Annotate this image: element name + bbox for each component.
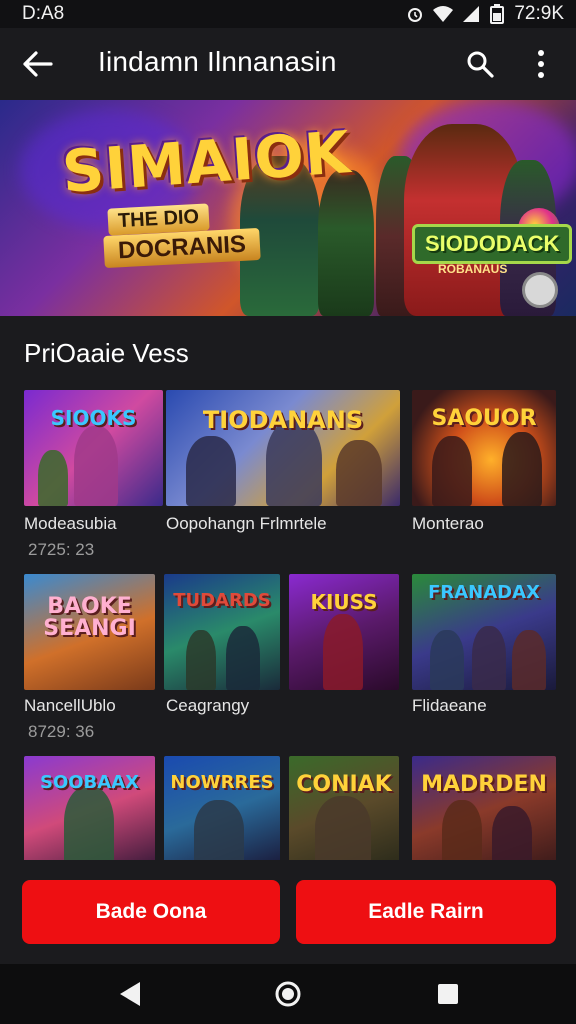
game-tile[interactable]: TIODANANS: [166, 390, 400, 506]
game-label: Modeasubia: [24, 514, 117, 533]
game-art-title: SIOOKS: [50, 406, 137, 430]
game-art-title: KIUSS: [310, 590, 378, 614]
game-tile[interactable]: BAOKE SEANGI: [24, 574, 155, 690]
game-character: [430, 630, 464, 690]
search-icon[interactable]: [466, 50, 494, 78]
app-bar: Iindamn Ilnnanasin: [0, 28, 576, 100]
game-tile[interactable]: SAOUOR: [412, 390, 556, 506]
banner-badge-sub: ROBANAUS: [438, 262, 508, 276]
alarm-icon: [408, 8, 423, 22]
game-art-title: BAOKE SEANGI: [43, 594, 136, 641]
game-character: [64, 786, 114, 866]
more-vert-icon[interactable]: [530, 48, 552, 80]
game-tile[interactable]: SIOOKS: [24, 390, 163, 506]
banner-hero: [318, 170, 374, 316]
game-character: [226, 626, 260, 690]
game-label: Ceagrangy: [166, 696, 250, 715]
game-art-title: SOOBAAX: [39, 772, 140, 793]
game-sublabel: 2725: 23: [28, 540, 95, 559]
game-tile[interactable]: NOWRRES: [164, 756, 280, 866]
game-character: [512, 630, 546, 690]
right-action-button[interactable]: Eadle Rairn: [296, 880, 556, 944]
back-triangle-icon[interactable]: [118, 980, 144, 1008]
game-character: [194, 800, 244, 866]
game-sublabel: 8729: 36: [28, 722, 95, 741]
game-character: [315, 796, 371, 866]
banner-gear-icon[interactable]: [522, 272, 558, 308]
game-label: Flidaeane: [412, 696, 487, 715]
recents-square-icon[interactable]: [436, 982, 460, 1006]
system-nav-bar: [0, 964, 576, 1024]
game-character: [323, 614, 363, 690]
game-label: Oopohangn Frlmrtele: [166, 514, 327, 533]
signal-icon: [463, 6, 480, 22]
game-art-title: TIODANANS: [202, 406, 364, 434]
back-arrow-icon[interactable]: [22, 50, 54, 78]
game-label: NancellUblo: [24, 696, 116, 715]
game-tile[interactable]: SOOBAAX: [24, 756, 155, 866]
game-tile[interactable]: FRANADAX: [412, 574, 556, 690]
home-circle-icon[interactable]: [274, 980, 302, 1008]
battery-icon: [490, 4, 505, 24]
game-character: [186, 436, 236, 506]
game-character: [502, 432, 542, 506]
game-art-title: SAOUOR: [431, 406, 537, 431]
game-tile[interactable]: TUDARDS: [164, 574, 280, 690]
status-bar: D:A8 72:9K: [0, 0, 576, 28]
featured-banner[interactable]: SIMAIOK THE DIO DOCRANIS SIODODACK ROBAN…: [0, 100, 576, 316]
game-character: [186, 630, 216, 690]
game-label: Monterao: [412, 514, 484, 533]
game-art-title: FRANADAX: [428, 582, 540, 603]
status-clock: 72:9K: [514, 3, 564, 24]
status-time: D:A8: [22, 3, 65, 24]
game-character: [336, 440, 382, 506]
game-art-title: NOWRRES: [170, 772, 274, 793]
page-title: Iindamn Ilnnanasin: [98, 46, 337, 77]
game-tile[interactable]: CONIAK: [289, 756, 399, 866]
game-tile[interactable]: MADRDEN: [412, 756, 556, 866]
status-icons: 72:9K: [406, 3, 564, 25]
game-tile[interactable]: KIUSS: [289, 574, 399, 690]
game-art-title: MADRDEN: [421, 772, 547, 797]
game-character: [74, 426, 118, 506]
game-art-title: TUDARDS: [173, 590, 271, 611]
game-character: [432, 436, 472, 506]
game-art-title: CONIAK: [296, 772, 392, 797]
game-character: [442, 800, 482, 866]
banner-badge: SIODODACK: [412, 224, 573, 264]
left-action-button[interactable]: Bade Oona: [22, 880, 280, 944]
game-character: [472, 626, 506, 690]
game-character: [492, 806, 532, 866]
wifi-icon: [433, 6, 454, 22]
banner-subtitle-line2: DOCRANIS: [103, 227, 261, 269]
section-title: PriOaaie Vess: [24, 338, 189, 368]
game-character: [38, 450, 68, 506]
